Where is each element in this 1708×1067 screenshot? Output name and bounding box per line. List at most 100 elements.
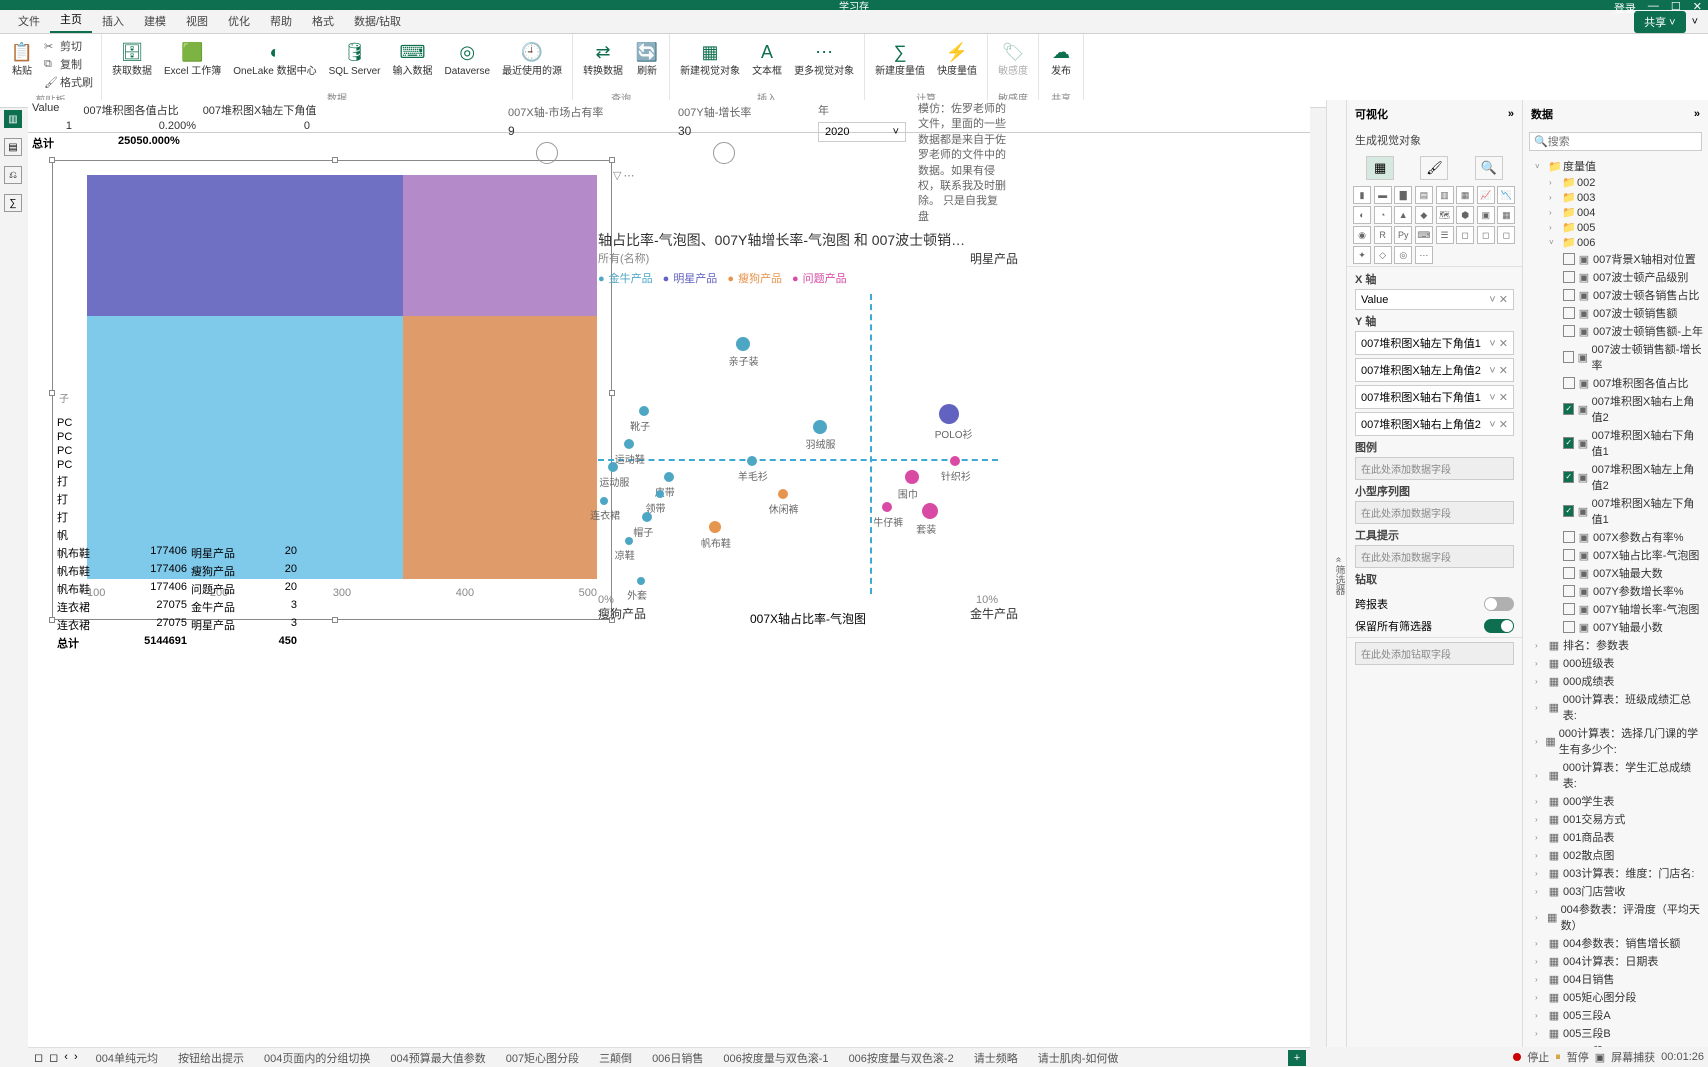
legend-well[interactable]: 在此处添加数据字段: [1355, 457, 1514, 480]
search-input[interactable]: 🔍: [1529, 132, 1702, 151]
tree-node[interactable]: ›▦005三段A: [1527, 1006, 1704, 1024]
x-axis-slicer[interactable]: 007X轴-市场占有率 9: [508, 102, 658, 160]
tab-format[interactable]: 格式: [302, 9, 344, 33]
onelake-button[interactable]: ◐OneLake 数据中心: [231, 38, 318, 79]
tree-node[interactable]: ›▦001交易方式: [1527, 810, 1704, 828]
tree-node[interactable]: ›📁003: [1527, 190, 1704, 205]
paste-button[interactable]: 📋粘贴: [8, 38, 36, 79]
login-link[interactable]: 登录: [1614, 0, 1636, 16]
bubble-point[interactable]: [608, 462, 618, 472]
table-row[interactable]: 连衣裙27075金牛产品3: [53, 598, 323, 616]
tab-view[interactable]: 视图: [176, 9, 218, 33]
dataverse-button[interactable]: ◎Dataverse: [442, 38, 492, 79]
tree-node[interactable]: ✓▣007堆积图X轴右上角值2: [1527, 392, 1704, 426]
getdata-button[interactable]: 🗄获取数据: [110, 38, 154, 79]
tree-node[interactable]: ▣007波士顿销售额-增长率: [1527, 340, 1704, 374]
table-row[interactable]: 连衣裙27075明星产品3: [53, 616, 323, 634]
table-row[interactable]: 打: [53, 490, 323, 508]
table-row[interactable]: PC: [53, 430, 323, 444]
page-tab[interactable]: 006日销售: [642, 1047, 713, 1067]
page-tab[interactable]: 请士肌肉-如何做: [1028, 1047, 1129, 1067]
page-tab[interactable]: 006按度量与双色滚-1: [713, 1047, 838, 1067]
report-canvas[interactable]: Value 007堆积图各值占比 007堆积图X轴左下角值 1 0.200% 0…: [28, 100, 1310, 1047]
tree-node[interactable]: ›▦004日销售: [1527, 970, 1704, 988]
page-tab[interactable]: 004页面内的分组切换: [254, 1047, 380, 1067]
tree-node[interactable]: ✓▣007堆积图X轴左上角值2: [1527, 460, 1704, 494]
tree-node[interactable]: ›▦001商品表: [1527, 828, 1704, 846]
table-row[interactable]: PC: [53, 458, 323, 472]
tab-model[interactable]: 建模: [134, 9, 176, 33]
bubble-chart[interactable]: 轴占比率-气泡图、007Y轴增长率-气泡图 和 007波士顿销… 所有(名称) …: [598, 230, 1018, 650]
bubble-point[interactable]: [625, 537, 633, 545]
tree-node[interactable]: ✓▣007堆积图X轴右下角值1: [1527, 426, 1704, 460]
tree-node[interactable]: ›▦004计算表：日期表: [1527, 952, 1704, 970]
table-row[interactable]: 帆布鞋177406明星产品20: [53, 544, 323, 562]
sql-button[interactable]: 🛢SQL Server: [327, 38, 383, 79]
slider-handle[interactable]: [536, 142, 558, 164]
stacked-area-visual[interactable]: ▽⋯ 100 200 300 400 500 子 PCPCPCPC打打打帆帆布鞋…: [52, 160, 612, 620]
excel-button[interactable]: 🟩Excel 工作簿: [162, 38, 223, 79]
tree-node[interactable]: ▣007Y轴增长率-气泡图: [1527, 600, 1704, 618]
table-row[interactable]: PC: [53, 416, 323, 430]
tree-node[interactable]: ›▦003门店营收: [1527, 882, 1704, 900]
tree-node[interactable]: ›▦003计算表：维度：门店名:: [1527, 864, 1704, 882]
tree-node[interactable]: ▣007X轴占比率-气泡图: [1527, 546, 1704, 564]
pagenav-back[interactable]: ◻: [34, 1051, 43, 1064]
table-view-button[interactable]: ▤: [4, 138, 22, 156]
tree-node[interactable]: ›▦排名：参数表: [1527, 636, 1704, 654]
filter-icon[interactable]: ▽: [613, 169, 621, 182]
tree-node[interactable]: ›📁002: [1527, 175, 1704, 190]
table-row[interactable]: 帆布鞋177406问题产品20: [53, 580, 323, 598]
bubble-point[interactable]: [778, 489, 788, 499]
morevisual-button[interactable]: ⋯更多视觉对象: [792, 38, 856, 79]
tree-node[interactable]: ▣007波士顿各销售占比: [1527, 286, 1704, 304]
bubble-point[interactable]: [950, 456, 960, 466]
maximize-button[interactable]: ☐: [1671, 0, 1681, 16]
formatpainter-button[interactable]: 🖌格式刷: [44, 74, 93, 90]
tree-node[interactable]: ›▦005三段C: [1527, 1042, 1704, 1047]
page-tab[interactable]: 004单纯元均: [86, 1047, 168, 1067]
tree-node[interactable]: ▣007Y参数增长率%: [1527, 582, 1704, 600]
gallery-bar[interactable]: ▮: [1353, 186, 1371, 204]
tree-node[interactable]: ˅📁006: [1527, 235, 1704, 250]
close-button[interactable]: ✕: [1693, 0, 1702, 16]
build-tab-icon[interactable]: ▦: [1366, 156, 1394, 180]
tree-node[interactable]: ▣007Y轴最小数: [1527, 618, 1704, 636]
minimize-button[interactable]: —: [1648, 0, 1659, 16]
yaxis-well-3[interactable]: 007堆积图X轴右上角值2˅ ✕: [1355, 412, 1514, 436]
format-tab-icon[interactable]: 🖌: [1420, 156, 1448, 180]
bubble-point[interactable]: [922, 503, 938, 519]
tree-node[interactable]: ›▦000计算表：班级成绩汇总表:: [1527, 690, 1704, 724]
tree-node[interactable]: ›▦000成绩表: [1527, 672, 1704, 690]
smallmult-well[interactable]: 在此处添加数据字段: [1355, 501, 1514, 524]
table-row[interactable]: 打: [53, 472, 323, 490]
tree-node[interactable]: ›▦000班级表: [1527, 654, 1704, 672]
report-view-button[interactable]: ▥: [4, 110, 22, 128]
tab-home[interactable]: 主页: [50, 7, 92, 33]
tab-datadrill[interactable]: 数据/钻取: [344, 9, 411, 33]
bubble-point[interactable]: [813, 420, 827, 434]
slider-handle[interactable]: [713, 142, 735, 164]
bubble-point[interactable]: [709, 521, 721, 533]
dax-view-button[interactable]: ∑: [4, 194, 22, 212]
tree-node[interactable]: ›📁005: [1527, 220, 1704, 235]
table-row[interactable]: 帆: [53, 526, 323, 544]
page-tab[interactable]: 006按度量与双色滚-2: [839, 1047, 964, 1067]
tree-node[interactable]: ▣007堆积图各值占比: [1527, 374, 1704, 392]
tree-node[interactable]: ˅📁度量值: [1527, 157, 1704, 175]
ribbon-collapse-icon[interactable]: ˅: [1692, 16, 1698, 28]
year-slicer[interactable]: 年 2020˅: [818, 102, 906, 142]
collapse-icon[interactable]: »: [1508, 108, 1514, 120]
bubble-point[interactable]: [939, 404, 959, 424]
data-table[interactable]: PCPCPCPC打打打帆帆布鞋177406明星产品20帆布鞋177406瘦狗产品…: [53, 416, 323, 652]
analytics-tab-icon[interactable]: 🔍: [1475, 156, 1503, 180]
bubble-point[interactable]: [882, 502, 892, 512]
tree-node[interactable]: ›📁004: [1527, 205, 1704, 220]
bubble-point[interactable]: [600, 497, 608, 505]
tree-node[interactable]: ▣007波士顿销售额-上年: [1527, 322, 1704, 340]
bubble-point[interactable]: [664, 472, 674, 482]
tree-node[interactable]: ✓▣007堆积图X轴左下角值1: [1527, 494, 1704, 528]
bubble-point[interactable]: [624, 439, 634, 449]
table-row[interactable]: 帆布鞋177406瘦狗产品20: [53, 562, 323, 580]
tab-file[interactable]: 文件: [8, 9, 50, 33]
